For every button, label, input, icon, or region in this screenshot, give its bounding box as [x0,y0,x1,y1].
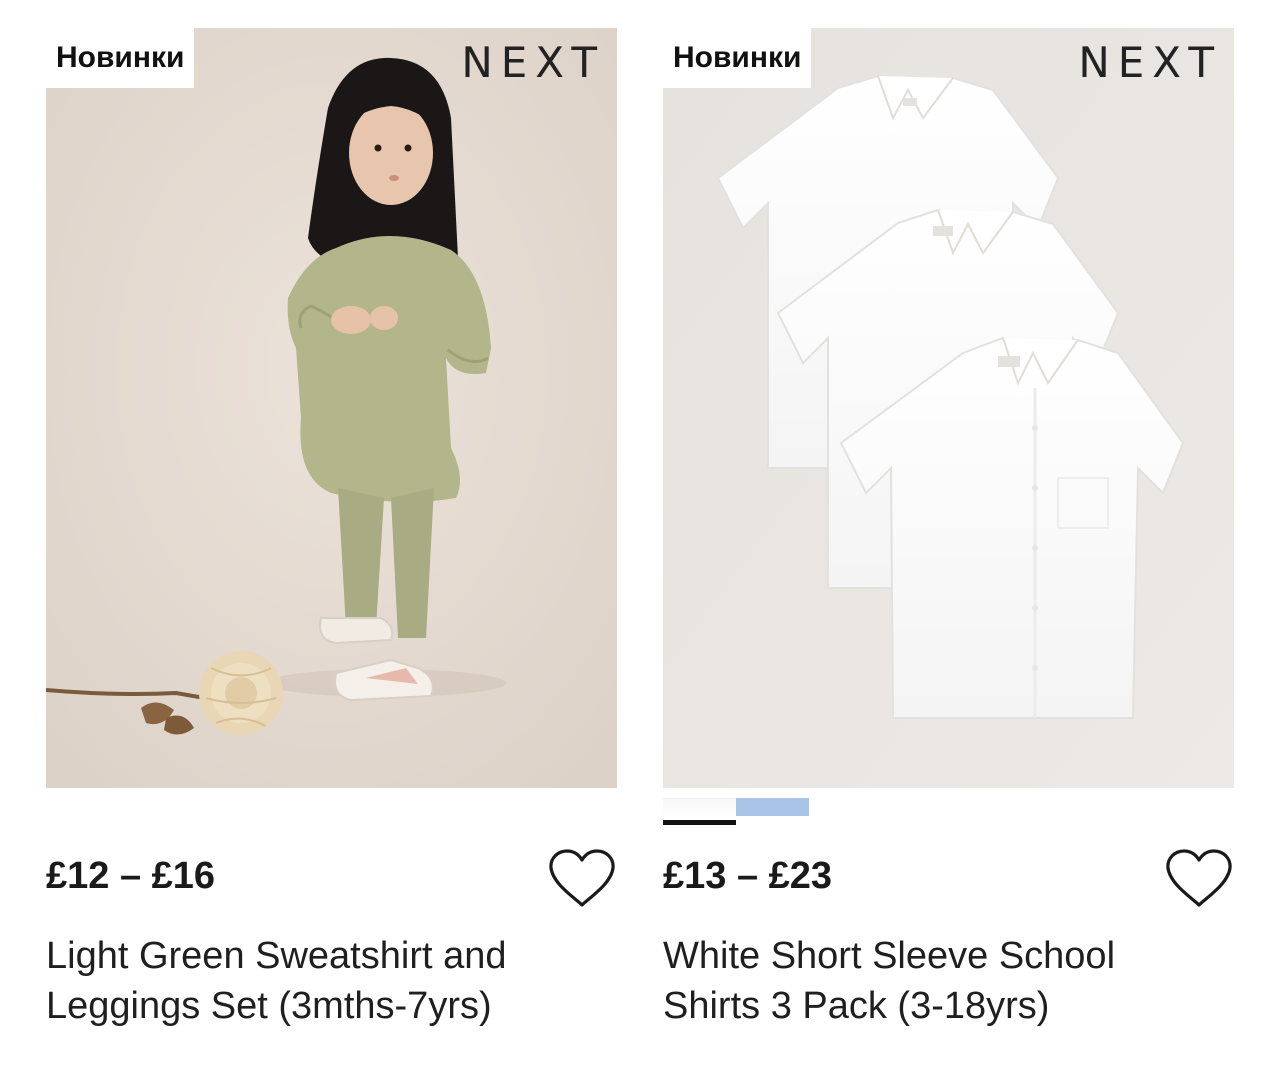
product-title-line: White Short Sleeve School [663,935,1116,977]
heart-icon [549,849,615,907]
brand-logo: NEXT [461,38,605,87]
product-card[interactable]: Новинки NEXT £12 – £16 Light Green Sweat… [46,28,617,1068]
product-title-link[interactable]: White Short Sleeve School Shirts 3 Pack … [663,931,1223,1031]
product-image[interactable]: Новинки NEXT [663,28,1234,788]
product-title-line: Shirts 3 Pack (3-18yrs) [663,985,1050,1027]
product-title-line: Leggings Set (3mths-7yrs) [46,985,492,1027]
colour-swatches [663,798,809,828]
new-arrivals-badge: Новинки [46,28,195,88]
white-shirts-photo-icon [663,28,1234,788]
heart-icon [1166,849,1232,907]
brand-logo: NEXT [1078,38,1222,87]
product-image[interactable]: Новинки NEXT [46,28,617,788]
product-title-line: Light Green Sweatshirt and [46,935,507,977]
colour-swatch-white[interactable] [663,798,736,825]
add-to-favourites-button[interactable] [1164,848,1234,910]
child-in-green-outfit-photo-icon [46,28,617,788]
add-to-favourites-button[interactable] [547,848,617,910]
new-arrivals-badge: Новинки [663,28,812,88]
colour-swatch-blue[interactable] [736,798,809,816]
selected-swatch-indicator [663,820,736,825]
price-range: £13 – £23 [663,855,833,897]
product-title-link[interactable]: Light Green Sweatshirt and Leggings Set … [46,931,606,1031]
price-range: £12 – £16 [46,855,216,897]
product-card[interactable]: Новинки NEXT £13 – £23 White Short Sleev… [663,28,1234,1068]
